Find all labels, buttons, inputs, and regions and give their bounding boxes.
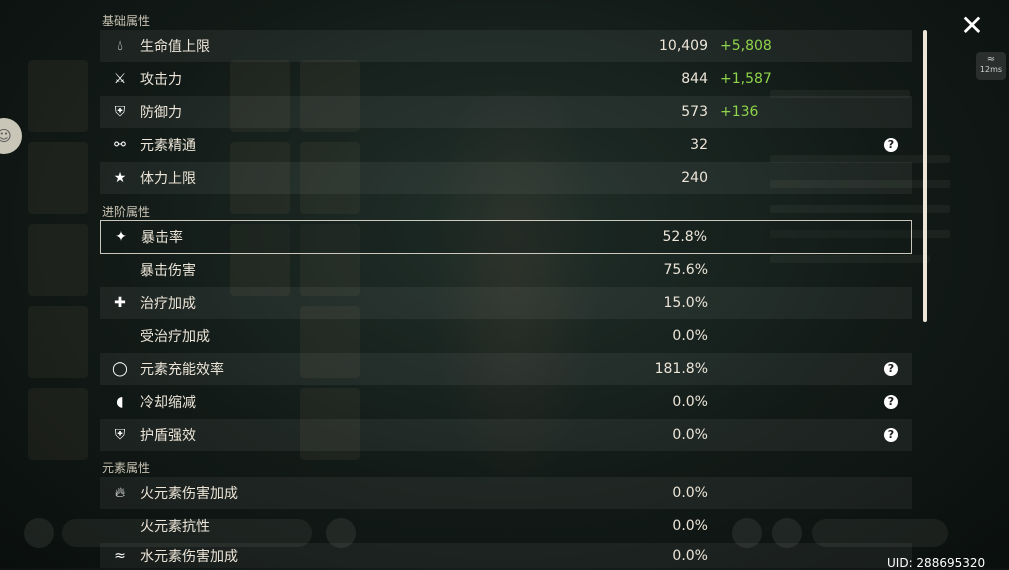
network-ping-indicator: ≈ 12ms (976, 52, 1006, 80)
energy-recharge-icon: ◯ (112, 361, 128, 377)
stat-label: 受治疗加成 (140, 329, 210, 345)
stat-label: 体力上限 (140, 171, 196, 187)
stat-bonus-value: +136 (720, 104, 759, 120)
stat-row-attack[interactable]: ⚔ 攻击力 844 +1,587 (100, 63, 912, 95)
stat-row-shield-strength[interactable]: ⛨ 护盾强效 0.0% ? (100, 419, 912, 451)
stat-label: 护盾强效 (140, 428, 196, 444)
stat-base-value: 0.0% (672, 485, 708, 501)
stat-row-pyro-dmg[interactable]: 🔥︎ 火元素伤害加成 0.0% (100, 477, 912, 509)
stat-label: 暴击伤害 (140, 263, 196, 279)
attack-sword-icon: ⚔ (113, 71, 127, 87)
stat-label: 元素充能效率 (140, 362, 224, 378)
stat-label: 元素精通 (140, 138, 196, 154)
wifi-icon: ≈ (986, 54, 996, 65)
stat-label: 暴击率 (141, 230, 183, 246)
stat-base-value: 0.0% (672, 328, 708, 344)
stat-base-value: 15.0% (663, 295, 708, 311)
stat-label: 攻击力 (140, 72, 182, 88)
ping-value: 12ms (979, 65, 1003, 74)
help-icon[interactable]: ? (884, 362, 898, 376)
character-card (28, 388, 88, 460)
stat-row-pyro-res[interactable]: 火元素抗性 0.0% (100, 510, 912, 542)
stat-label: 冷却缩减 (140, 395, 196, 411)
close-button[interactable]: ✕ (956, 10, 988, 42)
stat-base-value: 52.8% (662, 229, 707, 245)
stat-row-cooldown-reduction[interactable]: ◖ 冷却缩减 0.0% ? (100, 386, 912, 418)
section-title-advanced: 进阶属性 (102, 205, 151, 219)
pyro-icon: 🔥︎ (114, 485, 126, 501)
character-card (28, 224, 88, 296)
character-card (28, 306, 88, 378)
attribute-panel: 基础属性 💧︎ 生命值上限 10,409 +5,808 ⚔ 攻击力 844 +1… (100, 0, 912, 568)
stat-row-stamina[interactable]: ★ 体力上限 240 (100, 162, 912, 194)
stat-base-value: 181.8% (654, 361, 708, 377)
stat-row-crit-damage[interactable]: 暴击伤害 75.6% (100, 254, 912, 286)
stat-base-value: 844 (681, 71, 708, 87)
help-icon[interactable]: ? (884, 428, 898, 442)
hydro-icon: ≈ (114, 547, 126, 564)
stat-row-elemental-mastery[interactable]: ⚯ 元素精通 32 ? (100, 129, 912, 161)
cooldown-icon: ◖ (116, 394, 124, 410)
stat-bonus-value: +1,587 (720, 71, 772, 87)
stat-row-energy-recharge[interactable]: ◯ 元素充能效率 181.8% ? (100, 353, 912, 385)
crit-rate-icon: ✦ (115, 229, 127, 245)
panel-scrollbar[interactable] (923, 30, 927, 322)
stat-row-hp[interactable]: 💧︎ 生命值上限 10,409 +5,808 (100, 30, 912, 62)
help-icon[interactable]: ? (884, 395, 898, 409)
elemental-mastery-icon: ⚯ (114, 137, 126, 153)
healing-cross-icon: ✚ (114, 295, 126, 311)
stat-base-value: 0.0% (672, 394, 708, 410)
stat-base-value: 0.0% (672, 427, 708, 443)
stat-base-value: 0.0% (672, 547, 708, 564)
paimon-menu-avatar[interactable]: ☺ (0, 118, 22, 154)
shield-strength-icon: ⛨ (114, 427, 126, 443)
section-title-basic: 基础属性 (102, 14, 151, 28)
character-card (28, 142, 88, 214)
stat-label: 防御力 (140, 105, 182, 121)
stat-row-hydro-dmg[interactable]: ≈ 水元素伤害加成 0.0% (100, 543, 912, 568)
stat-label: 水元素伤害加成 (140, 548, 238, 565)
stat-base-value: 240 (681, 170, 708, 186)
stat-bonus-value: +5,808 (720, 38, 772, 54)
stat-base-value: 573 (681, 104, 708, 120)
stat-label: 治疗加成 (140, 296, 196, 312)
section-title-element: 元素属性 (102, 461, 151, 475)
defense-shield-icon: ⛨ (114, 104, 126, 120)
hp-drop-icon: 💧︎ (117, 38, 123, 54)
stat-base-value: 0.0% (672, 518, 708, 534)
help-icon[interactable]: ? (884, 138, 898, 152)
stat-label: 生命值上限 (140, 39, 210, 55)
stat-row-healing-bonus[interactable]: ✚ 治疗加成 15.0% (100, 287, 912, 319)
stat-row-incoming-healing[interactable]: 受治疗加成 0.0% (100, 320, 912, 352)
stat-row-defense[interactable]: ⛨ 防御力 573 +136 (100, 96, 912, 128)
stat-row-crit-rate[interactable]: ✦ 暴击率 52.8% (100, 220, 912, 254)
stat-base-value: 75.6% (663, 262, 708, 278)
stat-base-value: 10,409 (659, 38, 708, 54)
stat-label: 火元素抗性 (140, 519, 210, 535)
stat-label: 火元素伤害加成 (140, 486, 238, 502)
stat-base-value: 32 (690, 137, 708, 153)
character-card (28, 60, 88, 132)
stamina-icon: ★ (113, 170, 127, 186)
filter-icon[interactable] (24, 518, 54, 548)
